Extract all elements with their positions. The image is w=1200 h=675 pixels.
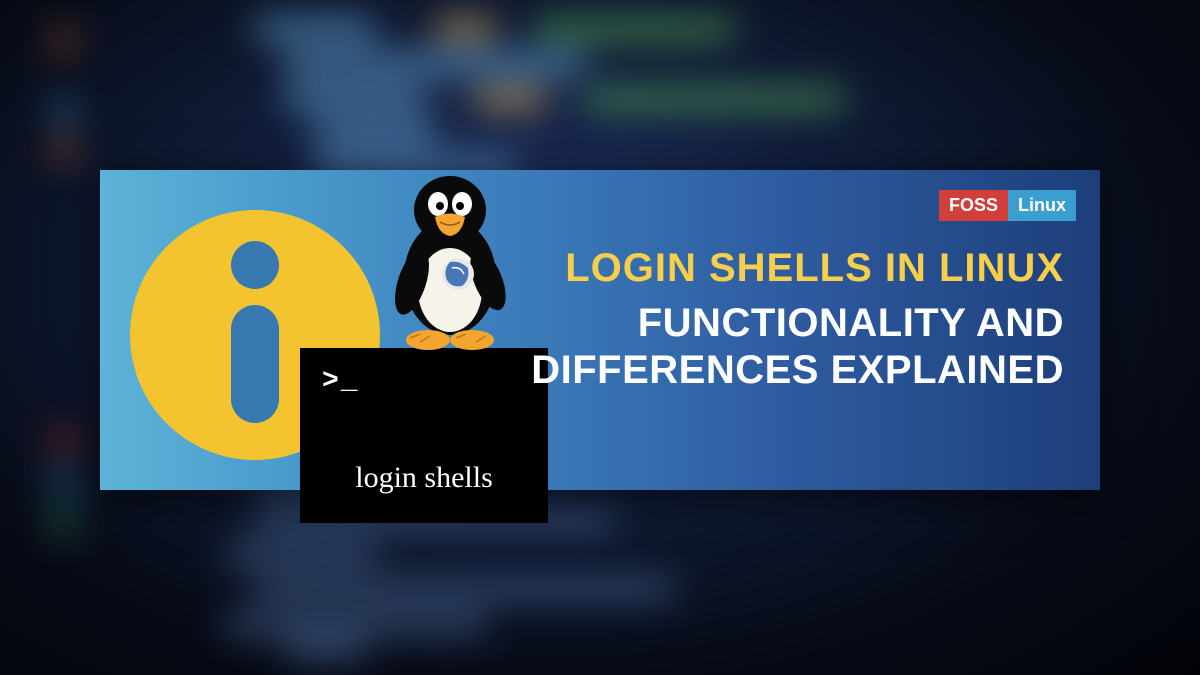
tux-penguin-mascot [380, 162, 520, 352]
logo-foss: FOSS [939, 190, 1008, 221]
terminal-illustration: >_ login shells [300, 348, 548, 523]
terminal-caption: login shells [300, 461, 548, 495]
title-subheadline: FUNCTIONALITY AND DIFFERENCES EXPLAINED [531, 300, 1064, 394]
logo-linux: Linux [1008, 190, 1076, 221]
terminal-prompt: >_ [322, 366, 360, 397]
subhead-line-2: DIFFERENCES EXPLAINED [531, 347, 1064, 394]
title-headline: LOGIN SHELLS IN LINUX [565, 246, 1064, 291]
subhead-line-1: FUNCTIONALITY AND [531, 300, 1064, 347]
title-banner: >_ login shells FOSS Linux LOGIN SHELLS [100, 170, 1100, 490]
foss-linux-logo: FOSS Linux [939, 190, 1076, 221]
